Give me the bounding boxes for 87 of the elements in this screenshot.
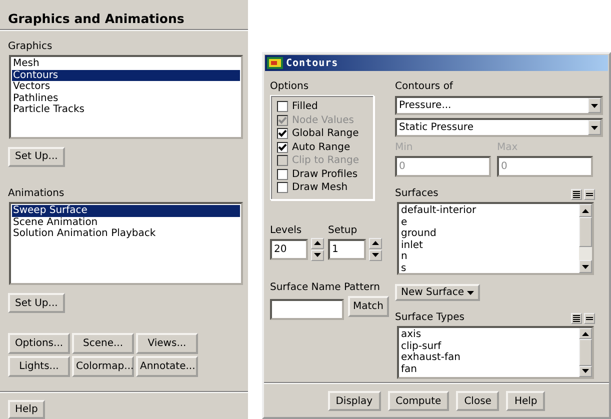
list-item[interactable]: exhaust-fan	[400, 352, 578, 364]
checkbox-label: Global Range	[292, 128, 359, 140]
up-arrow-icon	[582, 332, 589, 336]
dialog-button[interactable]: Display	[328, 391, 381, 411]
list-item[interactable]: Scene Animation	[12, 216, 240, 228]
panel-button[interactable]: Scene...	[72, 333, 134, 354]
list-item[interactable]: clip-surf	[400, 340, 578, 352]
equals-icon	[586, 315, 593, 322]
list-item[interactable]: s	[400, 262, 578, 275]
checkbox-label: Draw Mesh	[292, 182, 348, 194]
list-item[interactable]: e	[400, 216, 578, 228]
pattern-field[interactable]	[270, 298, 344, 320]
dropdown[interactable]: Static Pressure	[395, 118, 603, 137]
levels-field[interactable]: 20	[270, 238, 308, 260]
field-label: Surface Name Pattern	[270, 280, 381, 294]
down-arrow-icon	[582, 369, 589, 374]
list-item[interactable]: n	[400, 251, 578, 263]
checkbox-label: Clip to Range	[292, 155, 359, 166]
section-label: Graphics	[8, 40, 52, 53]
list-label: Surfaces	[395, 187, 438, 200]
group-label: Options	[270, 80, 310, 93]
panel-title: Graphics and Animations	[8, 11, 184, 26]
list-item[interactable]: Mesh	[12, 58, 240, 70]
panel-button[interactable]: Colormap...	[72, 356, 134, 378]
select-all-button[interactable]	[571, 313, 582, 324]
spin-up-button[interactable]	[369, 238, 382, 248]
dropdown[interactable]: Pressure...	[395, 96, 603, 115]
checkbox-label: Node Values	[292, 114, 354, 126]
checkbox-label: Draw Profiles	[292, 168, 358, 180]
panel-button[interactable]: Views...	[136, 333, 198, 354]
checkbox-label: Auto Range	[292, 142, 350, 153]
list-item[interactable]: Particle Tracks	[12, 104, 240, 116]
list-item[interactable]: default-interior	[400, 205, 578, 217]
window-title: Contours	[286, 58, 338, 68]
new-surface-button[interactable]: New Surface	[395, 284, 480, 301]
list-item[interactable]: Sweep Surface	[12, 205, 240, 217]
dialog-button[interactable]: Close	[456, 391, 500, 411]
spin-up-button[interactable]	[311, 238, 324, 248]
list-item[interactable]: Contours	[12, 70, 240, 82]
field-label: Setup	[328, 224, 358, 236]
checkbox[interactable]	[277, 101, 288, 112]
dialog-button[interactable]: Help	[506, 391, 546, 411]
dialog-button[interactable]: Compute	[388, 391, 450, 411]
equals-icon	[586, 191, 593, 198]
field-label: Levels	[270, 224, 303, 236]
checkbox-label: Filled	[292, 101, 318, 112]
down-arrow-icon	[582, 264, 589, 268]
checkbox[interactable]	[277, 182, 288, 194]
up-arrow-icon	[372, 241, 379, 245]
scrollbar[interactable]	[579, 328, 592, 377]
list-item[interactable]: fan	[400, 364, 578, 376]
down-arrow-icon	[314, 253, 321, 257]
app-icon	[267, 57, 283, 69]
list-item[interactable]: Vectors	[12, 81, 240, 93]
list-item[interactable]: inlet	[400, 240, 578, 252]
setup-field[interactable]: 1	[328, 238, 366, 260]
checkbox[interactable]	[277, 168, 288, 180]
panel-button[interactable]: Options...	[8, 333, 70, 354]
dropdown-arrow-icon	[591, 126, 598, 130]
lines-icon	[573, 191, 580, 198]
list-item[interactable]: ground	[400, 228, 578, 240]
dropdown-arrow-icon	[591, 104, 598, 108]
caret-icon	[467, 290, 474, 294]
up-arrow-icon	[314, 241, 321, 245]
down-arrow-icon	[372, 253, 379, 257]
scrollbar[interactable]	[579, 204, 592, 273]
field-label: Contours of	[395, 80, 453, 93]
setup-button[interactable]: Set Up...	[8, 292, 65, 314]
setup-button[interactable]: Set Up...	[8, 146, 65, 168]
list-item[interactable]: Pathlines	[12, 92, 240, 104]
deselect-all-button[interactable]	[584, 189, 595, 200]
panel-button[interactable]: Lights...	[8, 356, 70, 378]
list-label: Surface Types	[395, 311, 464, 324]
deselect-all-button[interactable]	[584, 313, 595, 324]
section-label: Animations	[8, 187, 64, 200]
list-item[interactable]: Solution Animation Playback	[12, 228, 240, 240]
spin-down-button[interactable]	[369, 250, 382, 260]
help-button[interactable]: Help	[8, 400, 45, 419]
panel-button[interactable]: Annotate...	[136, 356, 198, 378]
match-button[interactable]: Match	[348, 296, 389, 316]
checkbox[interactable]	[277, 142, 288, 153]
list-item[interactable]: axis	[400, 329, 578, 341]
lines-icon	[573, 315, 580, 322]
up-arrow-icon	[582, 208, 589, 212]
spin-down-button[interactable]	[311, 250, 324, 260]
select-all-button[interactable]	[571, 189, 582, 200]
checkbox[interactable]	[277, 128, 288, 140]
